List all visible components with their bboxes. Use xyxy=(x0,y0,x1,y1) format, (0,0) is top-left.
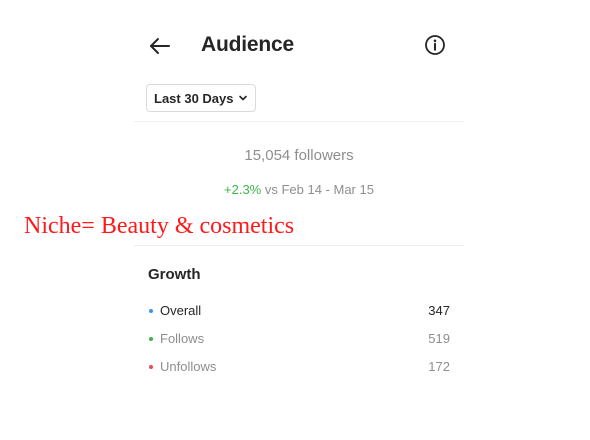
growth-row-overall: Overall 347 xyxy=(148,303,450,331)
growth-row-unfollows: Unfollows 172 xyxy=(148,359,450,387)
header: Audience xyxy=(148,30,448,64)
growth-row-label: Follows xyxy=(160,331,205,346)
growth-row-value: 519 xyxy=(428,331,450,346)
back-button[interactable] xyxy=(148,34,172,58)
divider xyxy=(134,245,464,246)
growth-row-label: Overall xyxy=(160,303,202,318)
followers-count: 15,054 followers xyxy=(244,147,354,164)
growth-row-value: 172 xyxy=(428,359,450,374)
unfollows-dot-icon xyxy=(149,365,153,369)
overall-dot-icon xyxy=(149,309,153,313)
info-button[interactable] xyxy=(424,34,446,56)
info-circle-icon xyxy=(425,35,445,55)
follower-change: +2.3% vs Feb 14 - Mar 15 xyxy=(0,182,590,197)
follows-dot-icon xyxy=(149,337,153,341)
date-range-label: Last 30 Days xyxy=(154,90,234,106)
chevron-down-icon xyxy=(238,95,247,101)
arrow-left-icon xyxy=(150,38,170,54)
growth-row-follows: Follows 519 xyxy=(148,331,450,359)
change-percent: +2.3% xyxy=(224,182,262,197)
date-range-select[interactable]: Last 30 Days xyxy=(146,84,256,112)
growth-title: Growth xyxy=(148,266,201,283)
divider xyxy=(134,121,464,122)
page-title: Audience xyxy=(201,33,294,56)
change-comparison: vs Feb 14 - Mar 15 xyxy=(261,182,374,197)
growth-row-label: Unfollows xyxy=(160,359,217,374)
growth-list: Overall 347 Follows 519 Unfollows 172 xyxy=(148,303,450,387)
growth-row-value: 347 xyxy=(428,303,450,318)
niche-annotation: Niche= Beauty & cosmetics xyxy=(24,213,295,239)
